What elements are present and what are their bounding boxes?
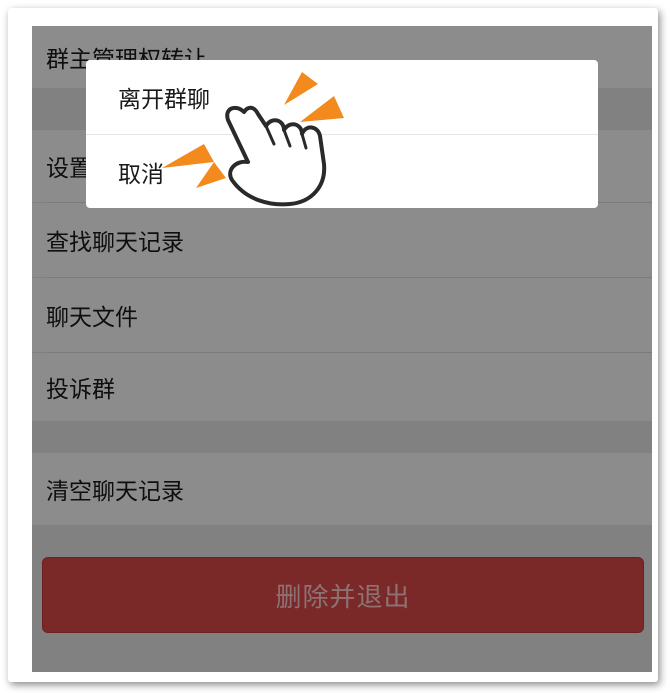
photo-frame: 群主管理权转让 设置当前聊天背景 查找聊天记录 聊天文件 投诉群 清空聊天记录 …: [8, 8, 658, 682]
leave-group-label: 离开群聊: [118, 87, 210, 113]
group-settings-screen: 群主管理权转让 设置当前聊天背景 查找聊天记录 聊天文件 投诉群 清空聊天记录 …: [32, 26, 652, 672]
leave-group-dialog: 离开群聊 取消: [86, 60, 598, 208]
leave-group-option[interactable]: 离开群聊: [86, 60, 598, 134]
cancel-label: 取消: [118, 162, 164, 188]
cancel-option[interactable]: 取消: [86, 135, 598, 208]
